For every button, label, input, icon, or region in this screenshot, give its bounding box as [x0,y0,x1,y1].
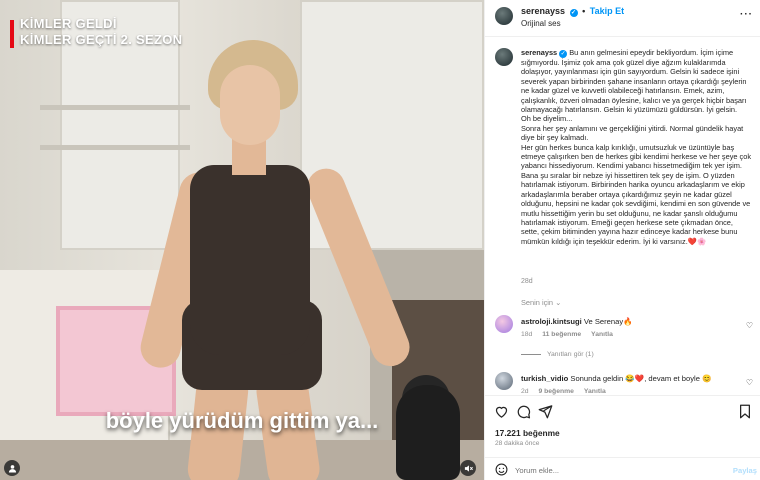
original-audio-link[interactable]: Orijinal ses [521,19,561,28]
caption-date: 28d [521,278,533,285]
comment-input-bar: Paylaş [485,457,760,480]
avatar[interactable] [495,48,513,66]
post-panel: serenayss ✓ • Takip Et Orijinal ses ··· … [484,0,760,480]
comments-scroll-area[interactable]: serenayss ✓ Bu anın gelmesini epeydir bek… [485,40,760,395]
comment-body: turkish_vidio Sonunda geldin 😂❤️, devam … [521,374,741,383]
heart-icon[interactable]: ♡ [746,378,753,387]
show-title-accent [10,20,14,48]
avatar[interactable] [495,315,513,333]
woman-face [220,65,280,145]
post-actions: 17.221 beğenme 28 dakika önce Paylaş [485,395,760,480]
reply-button[interactable]: Yanıtla [591,331,613,338]
header-username[interactable]: serenayss [521,6,565,16]
heart-icon[interactable]: ♡ [746,321,753,330]
mute-icon[interactable] [460,460,476,476]
comment-body: astroloji.kintsugi Ve Serenay🔥 [521,317,741,326]
comment-username[interactable]: astroloji.kintsugi [521,317,582,326]
heart-icon[interactable] [493,404,509,420]
wall-shelf [40,145,190,150]
avatar[interactable] [495,372,513,390]
verified-icon: ✓ [569,9,578,17]
comment-likes[interactable]: 9 beğenme [538,388,574,395]
woman-bodysuit [190,165,310,355]
comment-likes[interactable]: 11 beğenme [542,331,581,338]
more-options-icon[interactable]: ··· [740,9,753,20]
caption-text: Bu anın gelmesini epeydir bekliyordum. İ… [521,48,752,246]
likes-count[interactable]: 17.221 beğenme [495,428,560,438]
replies-line [521,353,541,355]
video-subtitle: böyle yürüdüm gittim ya... [105,408,379,433]
emoji-icon[interactable] [495,463,508,479]
bookmark-icon[interactable] [737,404,753,420]
post-comment-button[interactable]: Paylaş [733,466,757,475]
comment-age: 2d [521,388,529,395]
post-time: 28 dakika önce [495,440,540,447]
comment-input[interactable] [515,463,715,477]
share-icon[interactable] [537,404,553,420]
comment-text: Ve Serenay🔥 [583,317,633,326]
comment-icon[interactable] [515,404,531,420]
verified-icon: ✓ [559,50,568,58]
caption-username[interactable]: serenayss [521,48,557,57]
view-replies-label: Yanıtları gör (1) [547,351,594,358]
user-tag-icon[interactable] [4,460,20,476]
comment-sort-dropdown[interactable]: Senin için ⌄ [521,298,561,307]
view-replies-button[interactable]: Yanıtları gör (1) [521,351,594,358]
comment-text: Sonunda geldin 😂❤️, devam et boyle 😊 [570,374,712,383]
post-header: serenayss ✓ • Takip Et Orijinal ses ··· [485,0,760,37]
show-title: KİMLER GELDİ KİMLER GEÇTİ 2. SEZON [10,16,182,48]
show-title-line2: KİMLER GEÇTİ 2. SEZON [20,32,183,47]
comment-username[interactable]: turkish_vidio [521,374,568,383]
separator-dot: • [582,6,586,16]
wall-shelf [40,105,190,110]
reply-button[interactable]: Yanıtla [584,388,606,395]
comment-age: 18d [521,331,533,338]
reel-video[interactable]: KİMLER GELDİ KİMLER GEÇTİ 2. SEZON böyle… [0,0,484,480]
caption: serenayss ✓ Bu anın gelmesini epeydir bek… [521,48,753,246]
comment-meta: 2d 9 beğenme Yanıtla [521,388,614,395]
follow-button[interactable]: Takip Et [590,6,624,16]
show-title-line1: KİMLER GELDİ [20,16,117,31]
comment-meta: 18d 11 beğenme Yanıtla [521,331,621,338]
header-user-row: serenayss ✓ • Takip Et [521,6,624,17]
avatar[interactable] [495,7,513,25]
